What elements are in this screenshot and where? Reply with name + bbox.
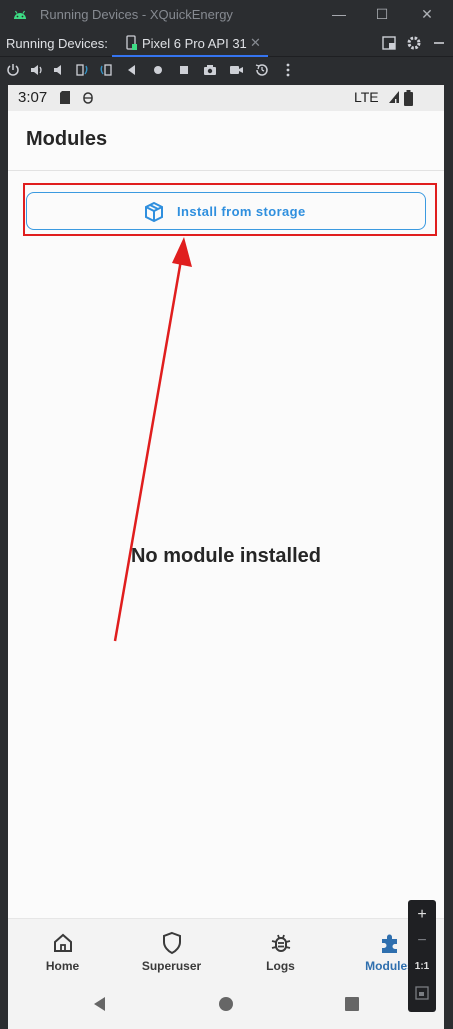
back-icon[interactable]: [124, 62, 140, 78]
network-type: LTE: [354, 89, 379, 105]
emulator-toolbar: [0, 57, 453, 84]
screen-record-icon[interactable]: [228, 62, 244, 78]
running-devices-label: Running Devices:: [6, 36, 108, 51]
maximize-button[interactable]: ☐: [373, 5, 391, 23]
overview-icon[interactable]: [176, 62, 192, 78]
install-from-storage-button[interactable]: Install from storage: [26, 192, 426, 230]
volume-down-icon[interactable]: [51, 62, 67, 78]
minimize-panel-icon[interactable]: [430, 34, 448, 52]
nav-label-home: Home: [45, 959, 80, 973]
zoom-out-button[interactable]: −: [408, 928, 436, 954]
window-title: Running Devices - XQuickEnergy: [40, 7, 233, 22]
running-devices-tabbar: Running Devices: Pixel 6 Pro API 31 ✕: [0, 30, 453, 57]
home-icon: [54, 933, 72, 952]
nav-item-logs[interactable]: Logs: [226, 919, 335, 979]
page-title: Modules: [26, 128, 108, 150]
zoom-fit-icon[interactable]: [415, 986, 429, 1000]
tab-title: Pixel 6 Pro API 31: [142, 36, 247, 51]
status-bar: 3:07 LTE: [8, 85, 444, 111]
zoom-in-button[interactable]: +: [408, 902, 436, 928]
zoom-actual-size-button[interactable]: 1:1: [408, 954, 436, 980]
phone-device-icon: [126, 35, 137, 50]
package-icon: [145, 201, 163, 223]
device-screen: 3:07 LTE Modules Install from storage No…: [8, 85, 444, 1029]
rotate-left-icon[interactable]: [74, 62, 90, 78]
zoom-controls: + − 1:1: [408, 900, 436, 1012]
system-back-icon[interactable]: [90, 994, 110, 1014]
nav-item-superuser[interactable]: Superuser: [117, 919, 226, 979]
tab-pixel-6-pro[interactable]: Pixel 6 Pro API 31 ✕: [112, 30, 268, 57]
system-home-icon[interactable]: [216, 994, 236, 1014]
shield-icon: [163, 931, 181, 955]
bottom-navigation: Home Superuser Logs Modules: [8, 918, 444, 979]
android-icon: [14, 10, 26, 19]
sd-card-icon: [60, 91, 70, 104]
close-window-button[interactable]: ✕: [418, 5, 436, 23]
snapshot-restore-icon[interactable]: [254, 62, 270, 78]
home-toolbar-icon[interactable]: [150, 62, 166, 78]
signal-icon: [389, 91, 399, 103]
nav-label-superuser: Superuser: [141, 959, 202, 973]
system-navigation-bar: [8, 979, 444, 1029]
minimize-button[interactable]: —: [330, 5, 348, 23]
nav-item-home[interactable]: Home: [8, 919, 117, 979]
volume-up-icon[interactable]: [29, 62, 45, 78]
empty-state-message: No module installed: [130, 545, 322, 567]
gear-icon[interactable]: [405, 34, 423, 52]
app-top-bar: Modules: [8, 111, 444, 171]
tab-close-icon[interactable]: ✕: [250, 35, 261, 51]
camera-icon[interactable]: [202, 62, 218, 78]
battery-icon: [404, 90, 413, 106]
window-titlebar: Running Devices - XQuickEnergy — ☐ ✕: [0, 0, 453, 30]
debug-notification-icon: [83, 92, 93, 104]
rotate-right-icon[interactable]: [98, 62, 114, 78]
system-overview-icon[interactable]: [342, 994, 362, 1014]
puzzle-icon: [382, 934, 397, 953]
window-mode-icon[interactable]: [380, 34, 398, 52]
power-icon[interactable]: [5, 62, 21, 78]
status-time: 3:07: [18, 89, 48, 106]
more-options-icon[interactable]: [280, 62, 296, 78]
nav-label-logs: Logs: [266, 959, 295, 973]
bug-icon: [271, 934, 291, 952]
install-button-label: Install from storage: [177, 204, 306, 219]
